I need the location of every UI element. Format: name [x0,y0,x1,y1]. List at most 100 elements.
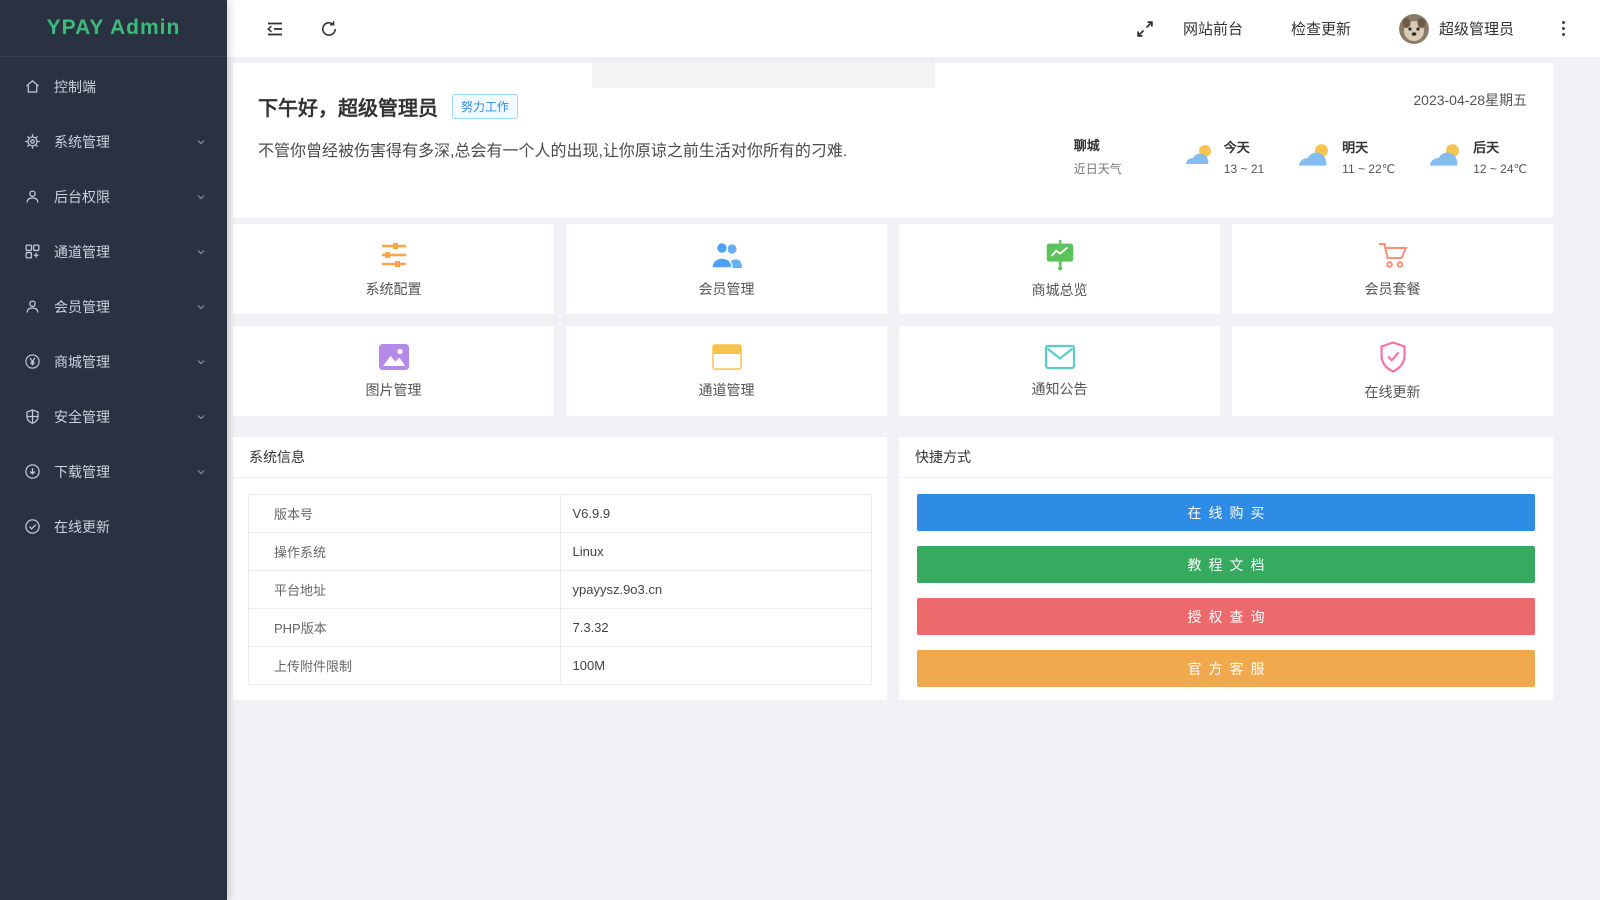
sidebar-item-mall[interactable]: 商城管理 [0,334,227,389]
sidebar: YPAY Admin 控制端 系统管理 后台权限 通道管 [0,0,227,900]
system-info-panel: 系统信息 版本号 V6.9.9 操作系统 Linux 平台地址 ypayysz.… [233,437,887,700]
license-query-button[interactable]: 授权查询 [917,598,1535,635]
chevron-down-icon [195,356,207,368]
refresh-icon[interactable] [319,19,339,39]
sun-cloud-icon [1425,141,1465,171]
shortcut-label: 会员管理 [699,279,755,299]
users-icon [709,239,745,271]
sidebar-item-label: 通道管理 [54,242,195,262]
chevron-down-icon [195,136,207,148]
envelope-icon [1043,343,1077,371]
check-update-link[interactable]: 检查更新 [1291,18,1351,39]
shield-icon [24,408,41,425]
sidebar-item-system[interactable]: 系统管理 [0,114,227,169]
greeting-card: 下午好，超级管理员 努力工作 不管你曾经被伤害得有多深,总会有一个人的出现,让你… [233,63,1553,218]
sidebar-item-security[interactable]: 安全管理 [0,389,227,444]
weather-city: 聊城 [1074,135,1122,154]
sidebar-item-members[interactable]: 会员管理 [0,279,227,334]
sidebar-item-label: 在线更新 [54,517,207,537]
buy-online-button[interactable]: 在线购买 [917,494,1535,531]
table-row: 版本号 V6.9.9 [249,495,872,533]
sidebar-item-label: 系统管理 [54,132,195,152]
sidebar-item-downloads[interactable]: 下载管理 [0,444,227,499]
sidebar-item-channels[interactable]: 通道管理 [0,224,227,279]
shortcut-card-member-mgmt[interactable]: 会员管理 [566,224,887,314]
table-row: PHP版本 7.3.32 [249,609,872,647]
quick-links-panel: 快捷方式 在线购买 教程文档 授权查询 官方客服 [899,437,1553,700]
chevron-down-icon [195,301,207,313]
info-label: 平台地址 [249,571,561,609]
shortcut-card-mall-overview[interactable]: 商城总览 [899,224,1220,314]
cart-icon [1376,239,1410,271]
presentation-chart-icon [1043,238,1077,272]
info-value: ypayysz.9o3.cn [560,571,872,609]
greeting-title: 下午好，超级管理员 [258,92,438,121]
sidebar-item-label: 会员管理 [54,297,195,317]
shortcut-label: 通道管理 [699,380,755,400]
shortcut-card-system-config[interactable]: 系统配置 [233,224,554,314]
kebab-menu-icon[interactable] [1554,19,1572,39]
sidebar-item-label: 安全管理 [54,407,195,427]
daily-quote: 不管你曾经被伤害得有多深,总会有一个人的出现,让你原谅之前生活对你所有的刁难. [258,137,847,161]
fullscreen-icon[interactable] [1135,19,1155,39]
weather-day: 后天 12 ~ 24℃ [1425,137,1527,176]
sidebar-item-console[interactable]: 控制端 [0,59,227,114]
tutorial-docs-button[interactable]: 教程文档 [917,546,1535,583]
info-value: 7.3.32 [560,609,872,647]
shortcut-label: 会员套餐 [1365,279,1421,299]
official-support-button[interactable]: 官方客服 [917,650,1535,687]
shortcut-card-online-update[interactable]: 在线更新 [1232,326,1553,416]
brand-logo: YPAY Admin [0,0,227,57]
sun-cloud-icon [1294,141,1334,171]
admin-user-icon [24,188,41,205]
shortcut-label: 在线更新 [1365,382,1421,402]
weather-day: 明天 11 ~ 22℃ [1294,137,1395,176]
sidebar-item-online-update[interactable]: 在线更新 [0,499,227,554]
window-icon [710,342,744,372]
weather-day-temp: 11 ~ 22℃ [1342,162,1395,176]
sidebar-item-permissions[interactable]: 后台权限 [0,169,227,224]
shortcut-card-member-packages[interactable]: 会员套餐 [1232,224,1553,314]
sidebar-item-label: 商城管理 [54,352,195,372]
shortcut-card-image-mgmt[interactable]: 图片管理 [233,326,554,416]
top-header: 网站前台 检查更新 超级管理员 [227,0,1600,57]
chevron-down-icon [195,191,207,203]
shortcut-card-notices[interactable]: 通知公告 [899,326,1220,416]
shortcut-label: 图片管理 [366,380,422,400]
system-info-table: 版本号 V6.9.9 操作系统 Linux 平台地址 ypayysz.9o3.c… [248,494,872,685]
table-row: 上传附件限制 100M [249,647,872,685]
frontend-link[interactable]: 网站前台 [1183,18,1243,39]
weather-day-temp: 12 ~ 24℃ [1473,162,1527,176]
current-date: 2023-04-28星期五 [1413,90,1527,110]
chevron-down-icon [195,411,207,423]
info-value: V6.9.9 [560,495,872,533]
sidebar-item-label: 控制端 [54,77,207,97]
info-label: 操作系统 [249,533,561,571]
shortcut-label: 系统配置 [366,279,422,299]
chevron-down-icon [195,466,207,478]
avatar[interactable] [1399,14,1429,44]
system-info-title: 系统信息 [233,437,887,478]
weather-day-label: 明天 [1342,137,1395,156]
current-user-name[interactable]: 超级管理员 [1439,18,1514,39]
sidebar-item-label: 后台权限 [54,187,195,207]
info-label: 版本号 [249,495,561,533]
quick-links-title: 快捷方式 [899,437,1553,478]
collapse-menu-icon[interactable] [265,19,285,39]
weather-city-block: 聊城 近日天气 [1074,135,1122,177]
info-value: 100M [560,647,872,685]
sliders-icon [377,239,411,271]
check-circle-icon [24,518,41,535]
channel-grid-icon [24,243,41,260]
sidebar-item-label: 下载管理 [54,462,195,482]
weather-day-label: 今天 [1224,137,1264,156]
home-icon [24,78,41,95]
shortcut-card-channel-mgmt[interactable]: 通道管理 [566,326,887,416]
table-row: 平台地址 ypayysz.9o3.cn [249,571,872,609]
info-value: Linux [560,533,872,571]
sidebar-nav: 控制端 系统管理 后台权限 通道管理 [0,57,227,554]
chevron-down-icon [195,246,207,258]
weather-day-label: 后天 [1473,137,1527,156]
header-right-group: 网站前台 检查更新 超级管理员 [1135,14,1600,44]
weather-widget: 聊城 近日天气 今天 13 ~ 21 明天 11 ~ 22℃ 后天 12 ~ 2… [1074,135,1527,177]
